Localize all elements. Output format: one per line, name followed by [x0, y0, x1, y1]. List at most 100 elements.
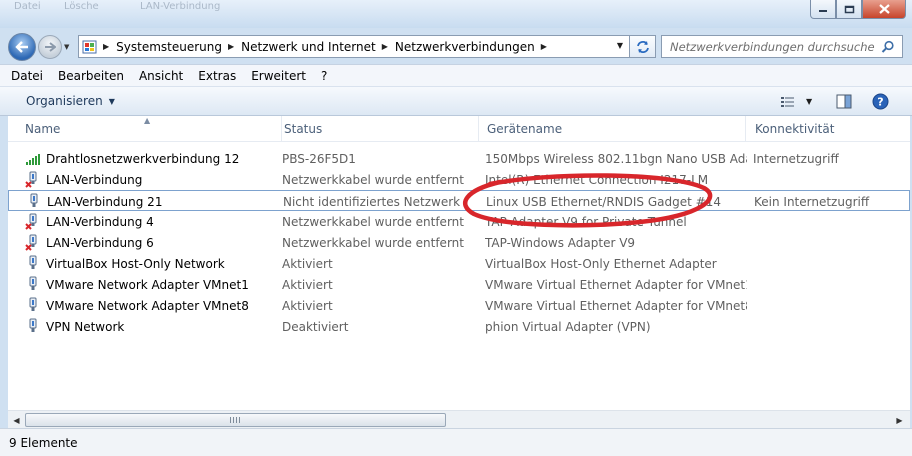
menu-item-datei[interactable]: Datei	[11, 69, 43, 83]
connection-connectivity: Internetzugriff	[753, 151, 839, 166]
connection-status: Netzwerkkabel wurde entfernt	[282, 235, 464, 250]
details-view-icon	[781, 96, 794, 107]
status-bar: 9 Elemente	[0, 428, 912, 456]
ghost-tab: Datei	[14, 1, 41, 12]
chevron-down-icon: ▼	[806, 97, 813, 106]
table-row[interactable]: VirtualBox Host-Only Network Aktiviert Vir…	[8, 253, 910, 274]
connection-name: LAN-Verbindung	[46, 172, 143, 187]
arrow-right-icon	[45, 42, 56, 52]
connection-status: Aktiviert	[282, 277, 333, 292]
ghost-tab: Lösche	[64, 1, 99, 12]
window-controls	[810, 0, 906, 19]
refresh-icon	[636, 40, 649, 53]
breadcrumb-item[interactable]: Systemsteuerung ▶	[116, 40, 241, 54]
column-header-connectivity[interactable]: Konnektivität	[746, 116, 910, 142]
forward-button[interactable]	[38, 35, 62, 59]
menu-item-help[interactable]: ?	[321, 69, 327, 83]
column-header-status[interactable]: Status	[275, 116, 479, 142]
connection-status: Aktiviert	[282, 298, 333, 313]
connection-name: VMware Network Adapter VMnet8	[46, 298, 249, 313]
file-list: Name ▲ Status Gerätename Konnektivität D…	[8, 116, 910, 428]
connection-device: VirtualBox Host-Only Ethernet Adapter	[485, 256, 717, 271]
minimize-icon	[819, 10, 827, 12]
view-options-button[interactable]: ▼	[780, 92, 812, 111]
connection-connectivity	[753, 253, 903, 274]
connection-name: VMware Network Adapter VMnet1	[46, 277, 249, 292]
command-bar: Organisieren ▼ ▼ ?	[0, 87, 912, 116]
connection-status: Aktiviert	[282, 256, 333, 271]
grip-icon	[230, 417, 242, 423]
column-header-row: Name ▲ Status Gerätename Konnektivität	[8, 116, 910, 142]
help-icon: ?	[872, 93, 889, 110]
column-header-device[interactable]: Gerätename	[478, 116, 746, 142]
address-history-dropdown[interactable]: ▼	[617, 41, 623, 50]
connection-device: TAP-Windows Adapter V9	[485, 235, 636, 250]
address-row: ▼ ▶ Systemsteuerung ▶ Netzwerk und Intern…	[0, 28, 912, 64]
table-row[interactable]: LAN-Verbindung 21 Nicht identifiziertes N…	[8, 190, 910, 211]
scroll-left-button[interactable]: ◀	[8, 412, 25, 428]
maximize-icon	[844, 5, 854, 13]
item-count: 9 Elemente	[9, 435, 78, 450]
minimize-button[interactable]	[810, 0, 836, 19]
table-row[interactable]: VMware Network Adapter VMnet8 Aktiviert VM…	[8, 295, 910, 316]
connection-connectivity	[753, 316, 903, 337]
connection-device: VMware Virtual Ethernet Adapter for VMne…	[485, 298, 747, 313]
connection-connectivity	[753, 274, 903, 295]
sort-ascending-icon: ▲	[144, 116, 151, 125]
preview-pane-button[interactable]	[836, 92, 852, 111]
maximize-button[interactable]	[836, 0, 862, 19]
breadcrumb-item[interactable]: Netzwerk und Internet ▶	[241, 40, 395, 54]
connection-device: 150Mbps Wireless 802.11bgn Nano USB Adap…	[485, 151, 747, 166]
menu-item-erweitert[interactable]: Erweitert	[251, 69, 306, 83]
connection-name: VirtualBox Host-Only Network	[46, 256, 225, 271]
recent-pages-dropdown[interactable]: ▼	[64, 43, 69, 51]
back-button[interactable]	[8, 33, 36, 61]
breadcrumb-item[interactable]: Netzwerkverbindungen ▶	[395, 40, 554, 54]
table-row[interactable]: LAN-Verbindung 4 Netzwerkkabel wurde entf…	[8, 211, 910, 232]
table-row[interactable]: VPN Network Deaktiviert phion Virtual Adap…	[8, 316, 910, 337]
connection-name: LAN-Verbindung 4	[46, 214, 154, 229]
address-bar[interactable]: ▶ Systemsteuerung ▶ Netzwerk und Internet…	[78, 35, 630, 58]
title-bar: Datei Lösche LAN-Verbindung	[0, 0, 912, 28]
close-button[interactable]	[862, 0, 906, 19]
chevron-down-icon: ▼	[108, 96, 115, 106]
search-input[interactable]	[670, 39, 875, 54]
connection-name: LAN-Verbindung 21	[47, 194, 163, 209]
menu-item-extras[interactable]: Extras	[198, 69, 236, 83]
connection-connectivity	[753, 211, 903, 232]
close-icon	[878, 4, 890, 14]
table-row[interactable]: Drahtlosnetzwerkverbindung 12 PBS-26F5D1 1…	[8, 148, 910, 169]
horizontal-scrollbar[interactable]: ◀ ▶	[8, 410, 910, 428]
annotation-ellipse	[462, 173, 713, 228]
organize-label: Organisieren	[26, 94, 103, 108]
menu-item-bearbeiten[interactable]: Bearbeiten	[58, 69, 124, 83]
organize-button[interactable]: Organisieren ▼	[26, 94, 115, 108]
connection-device: phion Virtual Adapter (VPN)	[485, 319, 651, 334]
table-row[interactable]: VMware Network Adapter VMnet1 Aktiviert VM…	[8, 274, 910, 295]
table-row[interactable]: LAN-Verbindung Netzwerkkabel wurde entfer…	[8, 169, 910, 190]
control-panel-icon	[79, 36, 101, 57]
connection-name: LAN-Verbindung 6	[46, 235, 154, 250]
scroll-right-button[interactable]: ▶	[891, 412, 908, 428]
connection-status: Netzwerkkabel wurde entfernt	[282, 172, 464, 187]
table-row[interactable]: LAN-Verbindung 6 Netzwerkkabel wurde entf…	[8, 232, 910, 253]
preview-pane-icon	[836, 94, 852, 109]
connection-connectivity	[753, 295, 903, 316]
menu-item-ansicht[interactable]: Ansicht	[139, 69, 183, 83]
help-button[interactable]: ?	[872, 92, 889, 111]
breadcrumb-root-arrow[interactable]: ▶	[101, 42, 116, 51]
connection-status: PBS-26F5D1	[282, 151, 356, 166]
search-box	[661, 35, 903, 58]
arrow-left-icon	[15, 41, 28, 53]
connection-status: Nicht identifiziertes Netzwerk	[283, 194, 461, 209]
menu-bar: Datei Bearbeiten Ansicht Extras Erweiter…	[0, 64, 912, 87]
connection-connectivity	[753, 169, 903, 190]
ghost-tab: LAN-Verbindung	[140, 1, 221, 12]
connection-connectivity	[753, 232, 903, 253]
connection-name: VPN Network	[46, 319, 125, 334]
connection-status: Netzwerkkabel wurde entfernt	[282, 214, 464, 229]
scroll-thumb[interactable]	[25, 413, 446, 427]
connection-status: Deaktiviert	[282, 319, 349, 334]
refresh-button[interactable]	[630, 35, 656, 58]
search-icon[interactable]	[881, 40, 895, 54]
